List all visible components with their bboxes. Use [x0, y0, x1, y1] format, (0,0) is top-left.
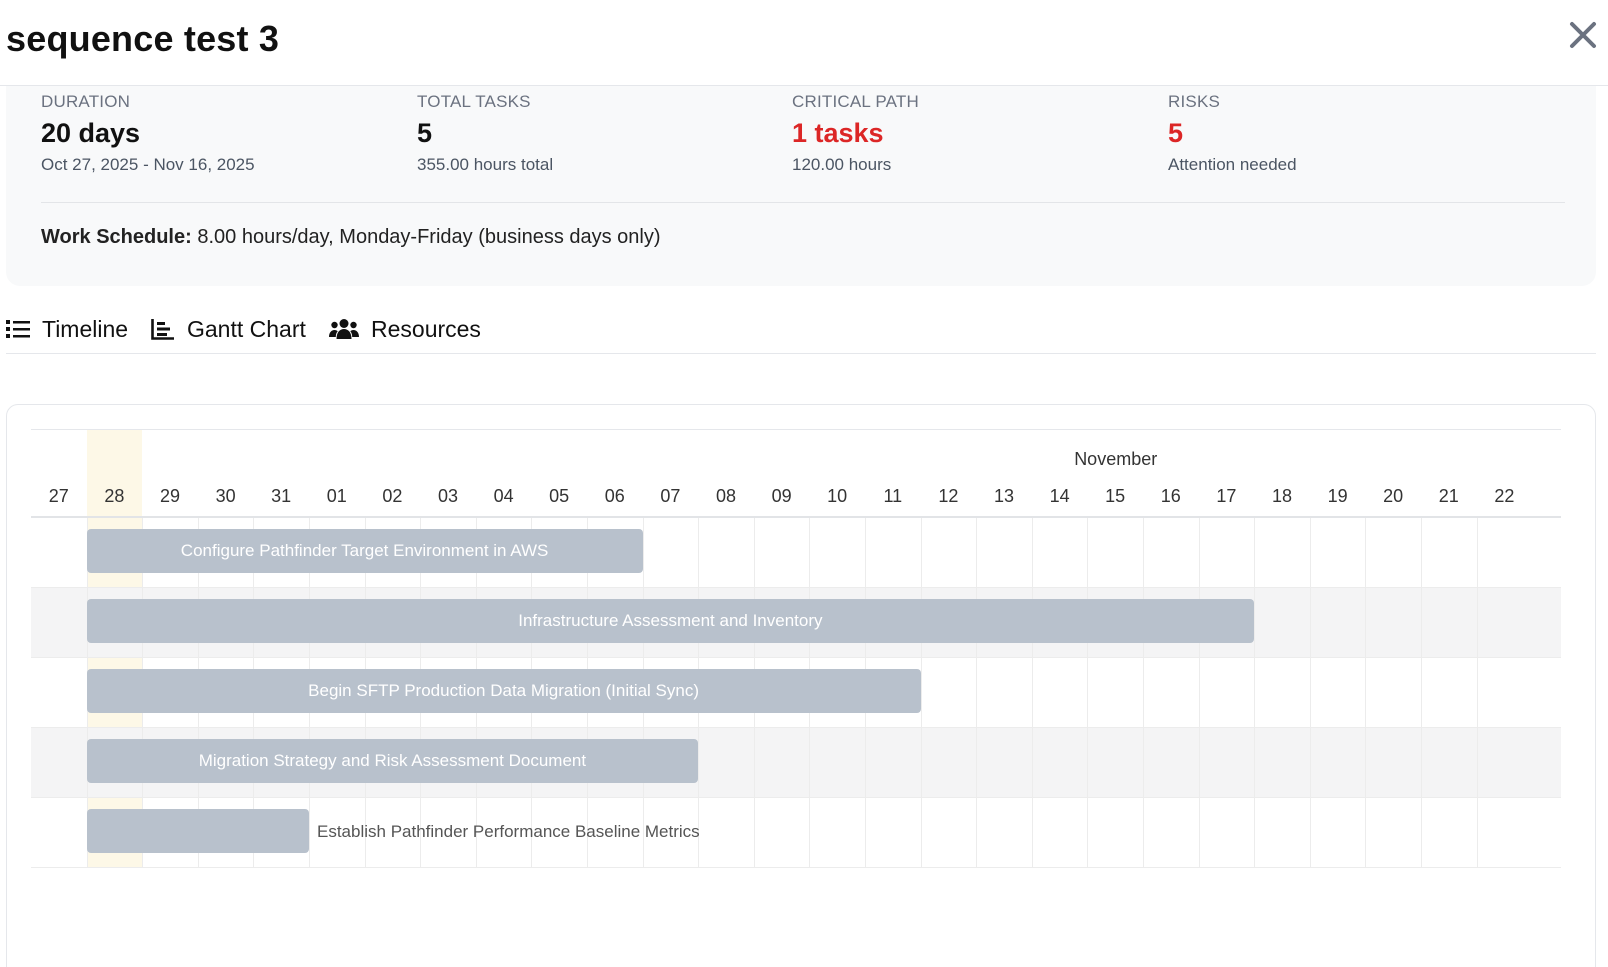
close-icon [1570, 22, 1596, 48]
gantt-grid-line [1476, 518, 1478, 868]
chart-bar-icon [151, 319, 174, 340]
day-label: 10 [827, 486, 848, 506]
tab-timeline-label: Timeline [42, 315, 129, 342]
gantt-grid-line [920, 518, 922, 868]
gantt-grid-line [1421, 518, 1422, 868]
day-label: 12 [938, 486, 959, 506]
day-label: 15 [1105, 486, 1126, 506]
day-label: 18 [1271, 486, 1292, 506]
day-label: 11 [883, 486, 903, 506]
total-tasks-value: 5 [417, 118, 433, 148]
day-label: 28 [104, 486, 125, 506]
critical-path-value: 1 tasks [792, 118, 884, 148]
gantt-chart: November 27 28 29 30 31 01 02 03 04 05 06 07 08 09 10 1… [31, 429, 1561, 868]
users-icon [329, 319, 359, 339]
day-label: 09 [771, 486, 792, 506]
task-bar[interactable] [86, 809, 309, 853]
gantt-grid-line [1365, 518, 1367, 868]
total-hours: 355.00 hours total [417, 155, 554, 174]
day-label: 04 [493, 486, 514, 506]
total-tasks-label: TOTAL TASKS [417, 92, 531, 111]
day-label: 07 [660, 486, 681, 506]
risks-label: RISKS [1168, 92, 1221, 111]
task-bar-label: Migration Strategy and Risk Assessment D… [198, 751, 587, 770]
tab-resources-label: Resources [371, 315, 481, 342]
task-bar[interactable]: Configure Pathfinder Target Environment … [86, 529, 643, 573]
day-label: 29 [159, 486, 180, 506]
task-bar[interactable]: Migration Strategy and Risk Assessment D… [86, 739, 699, 783]
list-icon [6, 320, 30, 338]
day-label: 02 [382, 486, 403, 506]
critical-path-stat: CRITICAL PATH 1 tasks 120.00 hours [792, 92, 1152, 175]
day-label: 01 [326, 486, 347, 506]
day-label: 13 [993, 486, 1014, 506]
risks-note: Attention needed [1168, 155, 1297, 174]
tab-gantt-chart[interactable]: Gantt Chart [151, 312, 306, 346]
day-label: 06 [604, 486, 625, 506]
month-label: November [1074, 449, 1158, 469]
risks-stat: RISKS 5 Attention needed [1168, 92, 1528, 175]
task-bar-label: Establish Pathfinder Performance Baselin… [317, 822, 700, 841]
task-bar-label: Configure Pathfinder Target Environment … [180, 541, 549, 560]
day-label: 14 [1049, 486, 1070, 506]
gantt-grid-line [1198, 518, 1200, 868]
duration-stat: DURATION 20 days Oct 27, 2025 - Nov 16, … [41, 92, 401, 175]
task-bar[interactable]: Begin SFTP Production Data Migration (In… [86, 669, 921, 713]
work-schedule: Work Schedule: 8.00 hours/day, Monday-Fr… [41, 226, 661, 249]
summary-divider [41, 202, 1565, 203]
gantt-grid-line [976, 518, 978, 868]
gantt-grid-line [1254, 518, 1256, 868]
duration-range: Oct 27, 2025 - Nov 16, 2025 [41, 155, 255, 174]
day-label: 20 [1383, 486, 1404, 506]
tab-resources[interactable]: Resources [329, 312, 481, 346]
total-tasks-stat: TOTAL TASKS 5 355.00 hours total [417, 92, 777, 175]
tab-gantt-chart-label: Gantt Chart [187, 315, 306, 342]
day-label: 22 [1494, 486, 1515, 506]
page-title: sequence test 3 [6, 18, 280, 59]
day-label: 08 [715, 486, 736, 506]
gantt-grid-line [1143, 518, 1144, 868]
gantt-grid-line [1087, 518, 1089, 868]
gantt-grid-line [1309, 518, 1311, 868]
day-label: 05 [549, 486, 570, 506]
modal-header: sequence test 3 [0, 0, 1608, 86]
critical-path-label: CRITICAL PATH [792, 92, 919, 111]
day-label: 27 [48, 486, 69, 506]
gantt-top-border [31, 429, 1561, 430]
close-button[interactable] [1566, 18, 1600, 52]
critical-path-hours: 120.00 hours [792, 155, 892, 174]
gantt-grid-line [1031, 518, 1033, 868]
tab-timeline[interactable]: Timeline [6, 312, 128, 346]
task-bar[interactable]: Infrastructure Assessment and Inventory [86, 599, 1255, 643]
task-bar-label: Infrastructure Assessment and Inventory [518, 611, 823, 630]
day-label: 21 [1438, 486, 1459, 506]
work-schedule-label: Work Schedule: [41, 226, 192, 248]
duration-value: 20 days [41, 118, 141, 148]
risks-value: 5 [1168, 118, 1184, 148]
project-summary: DURATION 20 days Oct 27, 2025 - Nov 16, … [6, 86, 1596, 286]
view-tabs: Timeline Gantt Chart Resources [6, 312, 1596, 354]
day-label: 31 [271, 486, 292, 506]
work-schedule-value: 8.00 hours/day, Monday-Friday (business … [191, 226, 661, 248]
day-label: 17 [1216, 486, 1237, 506]
gantt-card: November 27 28 29 30 31 01 02 03 04 05 06 07 08 09 10 1… [6, 404, 1596, 967]
task-bar-label: Begin SFTP Production Data Migration (In… [308, 681, 700, 700]
day-label: 16 [1160, 486, 1181, 506]
day-label: 19 [1327, 486, 1348, 506]
day-label: 30 [215, 486, 236, 506]
day-label: 03 [437, 486, 458, 506]
duration-label: DURATION [41, 92, 131, 111]
